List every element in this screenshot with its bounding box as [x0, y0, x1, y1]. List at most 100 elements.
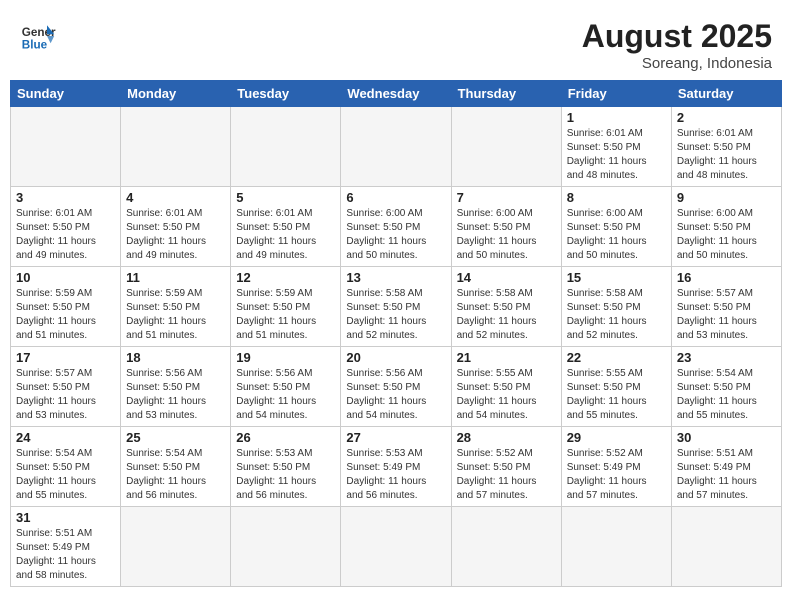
calendar-day-cell — [341, 507, 451, 587]
weekday-header: Monday — [121, 81, 231, 107]
day-info: Sunrise: 6:01 AM Sunset: 5:50 PM Dayligh… — [567, 127, 666, 183]
calendar-day-cell: 20 Sunrise: 5:56 AM Sunset: 5:50 PM Dayli… — [341, 347, 451, 427]
day-number: 7 — [457, 190, 556, 205]
svg-text:Blue: Blue — [22, 39, 48, 52]
day-number: 6 — [346, 190, 445, 205]
day-number: 30 — [677, 430, 776, 445]
weekday-header: Tuesday — [231, 81, 341, 107]
day-info: Sunrise: 6:00 AM Sunset: 5:50 PM Dayligh… — [346, 207, 445, 263]
day-info: Sunrise: 5:56 AM Sunset: 5:50 PM Dayligh… — [346, 367, 445, 423]
calendar-day-cell: 1 Sunrise: 6:01 AM Sunset: 5:50 PM Daylig… — [561, 107, 671, 187]
calendar-day-cell — [561, 507, 671, 587]
day-number: 23 — [677, 350, 776, 365]
day-number: 24 — [16, 430, 115, 445]
day-number: 4 — [126, 190, 225, 205]
day-info: Sunrise: 5:59 AM Sunset: 5:50 PM Dayligh… — [236, 287, 335, 343]
calendar-week-row: 31 Sunrise: 5:51 AM Sunset: 5:49 PM Dayli… — [11, 507, 782, 587]
calendar-day-cell: 13Sunrise: 5:58 AM Sunset: 5:50 PM Dayli… — [341, 267, 451, 347]
day-number: 20 — [346, 350, 445, 365]
day-number: 31 — [16, 510, 115, 525]
day-number: 17 — [16, 350, 115, 365]
day-info: Sunrise: 6:00 AM Sunset: 5:50 PM Dayligh… — [677, 207, 776, 263]
calendar-day-cell: 26 Sunrise: 5:53 AM Sunset: 5:50 PM Dayli… — [231, 427, 341, 507]
calendar-day-cell: 10Sunrise: 5:59 AM Sunset: 5:50 PM Dayli… — [11, 267, 121, 347]
day-number: 11 — [126, 270, 225, 285]
calendar-day-cell — [341, 107, 451, 187]
day-number: 3 — [16, 190, 115, 205]
day-info: Sunrise: 5:57 AM Sunset: 5:50 PM Dayligh… — [677, 287, 776, 343]
calendar-day-cell: 5Sunrise: 6:01 AM Sunset: 5:50 PM Daylig… — [231, 187, 341, 267]
day-number: 1 — [567, 110, 666, 125]
location: Soreang, Indonesia — [582, 55, 772, 72]
day-info: Sunrise: 5:51 AM Sunset: 5:49 PM Dayligh… — [677, 447, 776, 503]
weekday-header: Thursday — [451, 81, 561, 107]
title-block: August 2025 Soreang, Indonesia — [582, 18, 772, 72]
day-info: Sunrise: 5:55 AM Sunset: 5:50 PM Dayligh… — [567, 367, 666, 423]
calendar-week-row: 3 Sunrise: 6:01 AM Sunset: 5:50 PM Daylig… — [11, 187, 782, 267]
weekday-header: Sunday — [11, 81, 121, 107]
calendar-day-cell: 9Sunrise: 6:00 AM Sunset: 5:50 PM Daylig… — [671, 187, 781, 267]
calendar-header-row: SundayMondayTuesdayWednesdayThursdayFrid… — [11, 81, 782, 107]
calendar-day-cell: 3 Sunrise: 6:01 AM Sunset: 5:50 PM Daylig… — [11, 187, 121, 267]
day-info: Sunrise: 5:54 AM Sunset: 5:50 PM Dayligh… — [126, 447, 225, 503]
day-info: Sunrise: 5:52 AM Sunset: 5:49 PM Dayligh… — [567, 447, 666, 503]
day-info: Sunrise: 5:54 AM Sunset: 5:50 PM Dayligh… — [16, 447, 115, 503]
calendar-day-cell: 16 Sunrise: 5:57 AM Sunset: 5:50 PM Dayli… — [671, 267, 781, 347]
calendar-day-cell: 14 Sunrise: 5:58 AM Sunset: 5:50 PM Dayli… — [451, 267, 561, 347]
calendar-day-cell — [451, 107, 561, 187]
day-number: 14 — [457, 270, 556, 285]
calendar-week-row: 10Sunrise: 5:59 AM Sunset: 5:50 PM Dayli… — [11, 267, 782, 347]
calendar-day-cell — [11, 107, 121, 187]
day-info: Sunrise: 5:53 AM Sunset: 5:49 PM Dayligh… — [346, 447, 445, 503]
logo-icon: General Blue — [20, 18, 56, 54]
calendar-day-cell: 15Sunrise: 5:58 AM Sunset: 5:50 PM Dayli… — [561, 267, 671, 347]
day-number: 22 — [567, 350, 666, 365]
day-info: Sunrise: 6:01 AM Sunset: 5:50 PM Dayligh… — [677, 127, 776, 183]
day-info: Sunrise: 6:01 AM Sunset: 5:50 PM Dayligh… — [236, 207, 335, 263]
weekday-header: Friday — [561, 81, 671, 107]
day-number: 13 — [346, 270, 445, 285]
day-info: Sunrise: 6:00 AM Sunset: 5:50 PM Dayligh… — [567, 207, 666, 263]
calendar-day-cell: 8Sunrise: 6:00 AM Sunset: 5:50 PM Daylig… — [561, 187, 671, 267]
day-number: 28 — [457, 430, 556, 445]
day-info: Sunrise: 5:56 AM Sunset: 5:50 PM Dayligh… — [236, 367, 335, 423]
calendar-day-cell: 19 Sunrise: 5:56 AM Sunset: 5:50 PM Dayli… — [231, 347, 341, 427]
calendar-day-cell: 22 Sunrise: 5:55 AM Sunset: 5:50 PM Dayli… — [561, 347, 671, 427]
day-number: 27 — [346, 430, 445, 445]
day-number: 21 — [457, 350, 556, 365]
day-info: Sunrise: 6:01 AM Sunset: 5:50 PM Dayligh… — [126, 207, 225, 263]
calendar-day-cell: 28 Sunrise: 5:52 AM Sunset: 5:50 PM Dayli… — [451, 427, 561, 507]
day-number: 15 — [567, 270, 666, 285]
calendar-day-cell — [231, 507, 341, 587]
month-title: August 2025 — [582, 18, 772, 55]
calendar-day-cell: 6 Sunrise: 6:00 AM Sunset: 5:50 PM Daylig… — [341, 187, 451, 267]
day-number: 26 — [236, 430, 335, 445]
calendar-day-cell: 21Sunrise: 5:55 AM Sunset: 5:50 PM Dayli… — [451, 347, 561, 427]
calendar-day-cell — [231, 107, 341, 187]
day-number: 2 — [677, 110, 776, 125]
logo: General Blue — [20, 18, 56, 54]
day-info: Sunrise: 5:52 AM Sunset: 5:50 PM Dayligh… — [457, 447, 556, 503]
calendar-day-cell: 2 Sunrise: 6:01 AM Sunset: 5:50 PM Daylig… — [671, 107, 781, 187]
day-info: Sunrise: 5:57 AM Sunset: 5:50 PM Dayligh… — [16, 367, 115, 423]
calendar-day-cell: 30 Sunrise: 5:51 AM Sunset: 5:49 PM Dayli… — [671, 427, 781, 507]
calendar-day-cell: 11Sunrise: 5:59 AM Sunset: 5:50 PM Dayli… — [121, 267, 231, 347]
calendar-week-row: 1 Sunrise: 6:01 AM Sunset: 5:50 PM Daylig… — [11, 107, 782, 187]
day-number: 29 — [567, 430, 666, 445]
day-number: 19 — [236, 350, 335, 365]
day-number: 16 — [677, 270, 776, 285]
calendar-day-cell: 12 Sunrise: 5:59 AM Sunset: 5:50 PM Dayli… — [231, 267, 341, 347]
day-info: Sunrise: 5:53 AM Sunset: 5:50 PM Dayligh… — [236, 447, 335, 503]
calendar-table: SundayMondayTuesdayWednesdayThursdayFrid… — [10, 80, 782, 587]
calendar-day-cell: 18Sunrise: 5:56 AM Sunset: 5:50 PM Dayli… — [121, 347, 231, 427]
day-info: Sunrise: 5:59 AM Sunset: 5:50 PM Dayligh… — [16, 287, 115, 343]
day-info: Sunrise: 6:01 AM Sunset: 5:50 PM Dayligh… — [16, 207, 115, 263]
calendar-week-row: 24 Sunrise: 5:54 AM Sunset: 5:50 PM Dayli… — [11, 427, 782, 507]
calendar-day-cell: 31 Sunrise: 5:51 AM Sunset: 5:49 PM Dayli… — [11, 507, 121, 587]
calendar-week-row: 17 Sunrise: 5:57 AM Sunset: 5:50 PM Dayli… — [11, 347, 782, 427]
day-info: Sunrise: 5:51 AM Sunset: 5:49 PM Dayligh… — [16, 527, 115, 583]
calendar-day-cell: 24 Sunrise: 5:54 AM Sunset: 5:50 PM Dayli… — [11, 427, 121, 507]
day-number: 12 — [236, 270, 335, 285]
day-info: Sunrise: 5:58 AM Sunset: 5:50 PM Dayligh… — [457, 287, 556, 343]
day-info: Sunrise: 5:56 AM Sunset: 5:50 PM Dayligh… — [126, 367, 225, 423]
